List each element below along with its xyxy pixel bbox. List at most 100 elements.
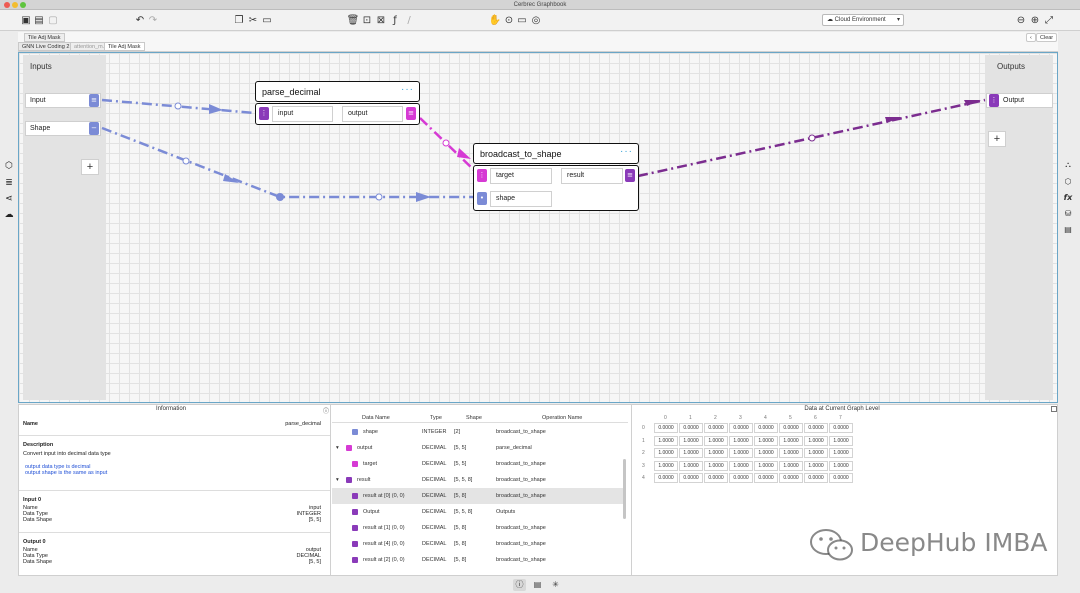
grid-cell[interactable]: 0.0000 bbox=[754, 423, 778, 433]
collapse-button[interactable]: ‹ bbox=[1026, 33, 1036, 42]
zoom-out-icon[interactable]: ⊖ bbox=[1015, 14, 1027, 26]
grid-cell[interactable]: 1.0000 bbox=[829, 448, 853, 458]
grid-cell[interactable]: 1.0000 bbox=[829, 435, 853, 446]
copy-icon[interactable]: ❐ bbox=[233, 14, 245, 26]
node-parse-decimal-header[interactable]: parse_decimal ··· bbox=[255, 81, 420, 102]
result-connector-icon[interactable]: ≡ bbox=[625, 169, 635, 182]
edge-input-to-parse[interactable] bbox=[101, 98, 256, 115]
grid-cell[interactable]: 0.0000 bbox=[804, 423, 828, 433]
comment-icon[interactable]: ▭ bbox=[516, 14, 528, 26]
share-icon[interactable]: ⋖ bbox=[3, 193, 15, 205]
hand-icon[interactable]: ✋ bbox=[489, 14, 501, 26]
grid-cell[interactable]: 0.0000 bbox=[804, 473, 828, 483]
table-row[interactable]: ▾ output DECIMAL [5, 5] parse_decimal bbox=[332, 440, 626, 456]
cloud-icon[interactable]: ☁ bbox=[3, 209, 15, 221]
grid-cell[interactable]: 0.0000 bbox=[679, 423, 703, 433]
grid-cell[interactable]: 0.0000 bbox=[754, 473, 778, 483]
table-row[interactable]: result at [4] (0, 0) DECIMAL [5, 8] broadca… bbox=[332, 536, 626, 552]
delete-icon[interactable]: 🗑 bbox=[347, 14, 360, 26]
grid-cell[interactable]: 1.0000 bbox=[804, 435, 828, 446]
function-icon[interactable]: ƒ bbox=[389, 14, 401, 26]
grid-cell[interactable]: 0.0000 bbox=[829, 473, 853, 483]
info-icon[interactable]: ⓘ bbox=[323, 406, 329, 415]
col-shape[interactable]: Shape bbox=[466, 413, 482, 423]
field-shape[interactable]: shape bbox=[490, 191, 552, 207]
grid-cell[interactable]: 1.0000 bbox=[729, 435, 753, 446]
grid-cell[interactable]: 0.0000 bbox=[679, 473, 703, 483]
grid-cell[interactable]: 1.0000 bbox=[779, 448, 803, 458]
grid-cell[interactable]: 0.0000 bbox=[829, 423, 853, 433]
table-row[interactable]: result at [0] (0, 0) DECIMAL [5, 8] broadca… bbox=[332, 488, 626, 504]
grid-cell[interactable]: 1.0000 bbox=[829, 460, 853, 471]
grid-cell[interactable]: 1.0000 bbox=[704, 448, 728, 458]
grid-cell[interactable]: 1.0000 bbox=[679, 448, 703, 458]
clear-button[interactable]: Clear bbox=[1036, 33, 1058, 42]
grid-cell[interactable]: 1.0000 bbox=[779, 435, 803, 446]
grid-cell[interactable]: 1.0000 bbox=[804, 448, 828, 458]
table-row[interactable]: target DECIMAL [5, 5] broadcast_to_shape bbox=[332, 456, 626, 472]
graph-icon[interactable]: ✳ bbox=[549, 579, 562, 591]
info-icon[interactable]: ⓘ bbox=[513, 579, 526, 591]
table-row[interactable]: ▾ result DECIMAL [5, 5, 8] broadcast_to_shap… bbox=[332, 472, 626, 488]
undo-icon[interactable]: ↶ bbox=[134, 14, 146, 26]
expand-chevron-icon[interactable]: ▾ bbox=[336, 472, 339, 488]
grid-cell[interactable]: 1.0000 bbox=[729, 460, 753, 471]
node-menu-icon[interactable]: ··· bbox=[401, 82, 414, 100]
grid-cell[interactable]: 0.0000 bbox=[704, 423, 728, 433]
expand-icon[interactable] bbox=[1051, 406, 1057, 412]
breadcrumb[interactable]: Tile Adj Mask bbox=[24, 33, 65, 42]
tab-gnn-live-coding[interactable]: GNN Live Coding 2 bbox=[18, 42, 74, 51]
grid-cell[interactable]: 1.0000 bbox=[779, 460, 803, 471]
redo-icon[interactable]: ↷ bbox=[147, 14, 159, 26]
save-all-icon[interactable]: ▤ bbox=[33, 14, 45, 26]
cut-icon[interactable]: ✂ bbox=[247, 14, 259, 26]
grid-cell[interactable]: 1.0000 bbox=[704, 460, 728, 471]
shape-connector-icon[interactable]: • bbox=[477, 192, 487, 205]
grid-cell[interactable]: 0.0000 bbox=[779, 423, 803, 433]
grid-cell[interactable]: 0.0000 bbox=[729, 473, 753, 483]
table-row[interactable]: result at [1] (0, 0) DECIMAL [5, 8] broadca… bbox=[332, 520, 626, 536]
table-row[interactable]: Output DECIMAL [5, 5, 8] Outputs bbox=[332, 504, 626, 520]
grid-cell[interactable]: 1.0000 bbox=[654, 460, 678, 471]
graph-canvas[interactable]: Inputs Input ≡ Shape − + Outputs ⋮ Outpu… bbox=[18, 52, 1058, 403]
table-scrollbar[interactable] bbox=[623, 459, 626, 519]
document-icon[interactable]: ▤ bbox=[1062, 225, 1074, 234]
chat-icon[interactable]: ◎ bbox=[530, 14, 542, 26]
field-output[interactable]: output bbox=[342, 106, 403, 122]
field-input[interactable]: input bbox=[272, 106, 333, 122]
fullscreen-icon[interactable]: ⤢ bbox=[1043, 14, 1055, 26]
pointer-icon[interactable]: ⊙ bbox=[503, 14, 515, 26]
table-icon[interactable]: ▤ bbox=[531, 579, 544, 591]
grid-cell[interactable]: 1.0000 bbox=[754, 435, 778, 446]
table-row[interactable]: shape INTEGER [2] broadcast_to_shape bbox=[332, 424, 626, 440]
grid-cell[interactable]: 1.0000 bbox=[754, 448, 778, 458]
ungroup-icon[interactable]: ⊠ bbox=[375, 14, 387, 26]
edge-broadcast-to-output[interactable] bbox=[637, 98, 986, 178]
output-connector-icon[interactable]: ≡ bbox=[406, 107, 416, 120]
environment-select[interactable]: ☁ Cloud Environment ▾ bbox=[822, 14, 904, 26]
hierarchy-icon[interactable]: ⛬ bbox=[1062, 160, 1074, 170]
group-icon[interactable]: ⊡ bbox=[361, 14, 373, 26]
grid-cell[interactable]: 0.0000 bbox=[729, 423, 753, 433]
node-menu-icon[interactable]: ··· bbox=[620, 144, 633, 162]
database-icon[interactable]: ≣ bbox=[3, 177, 15, 189]
table-row[interactable]: result at [2] (0, 0) DECIMAL [5, 8] broadca… bbox=[332, 552, 626, 568]
hexagon-icon[interactable]: ⬡ bbox=[1062, 177, 1074, 186]
nodes-icon[interactable]: ⛁ bbox=[1062, 209, 1074, 218]
fx-icon[interactable]: fx bbox=[1062, 193, 1074, 202]
grid-cell[interactable]: 1.0000 bbox=[679, 460, 703, 471]
grid-cell[interactable]: 1.0000 bbox=[804, 460, 828, 471]
node-broadcast-header[interactable]: broadcast_to_shape ··· bbox=[473, 143, 639, 164]
expand-chevron-icon[interactable]: ▾ bbox=[336, 440, 339, 456]
col-type[interactable]: Type bbox=[430, 413, 442, 423]
export-icon[interactable]: ▢ bbox=[47, 14, 59, 26]
grid-cell[interactable]: 0.0000 bbox=[654, 473, 678, 483]
grid-cell[interactable]: 1.0000 bbox=[654, 435, 678, 446]
grid-cell[interactable]: 1.0000 bbox=[704, 435, 728, 446]
col-data-name[interactable]: Data Name bbox=[362, 413, 390, 423]
input-connector-icon[interactable]: ⋮ bbox=[259, 107, 269, 120]
col-operation-name[interactable]: Operation Name bbox=[542, 413, 582, 423]
zoom-in-icon[interactable]: ⊕ bbox=[1029, 14, 1041, 26]
field-target[interactable]: target bbox=[490, 168, 552, 184]
field-result[interactable]: result bbox=[561, 168, 623, 184]
